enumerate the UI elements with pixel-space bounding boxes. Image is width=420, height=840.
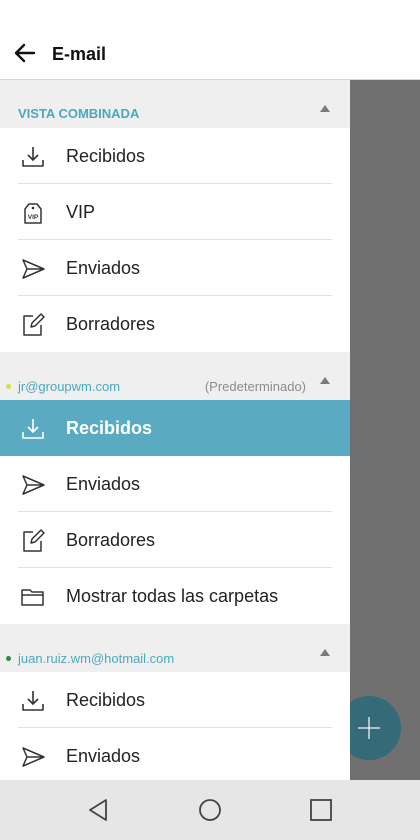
back-triangle-icon[interactable]	[84, 795, 114, 825]
combined-sent-item[interactable]: Enviados	[0, 240, 350, 296]
item-label: Enviados	[66, 746, 141, 766]
combined-vip-item[interactable]: VIP VIP	[0, 184, 350, 240]
folder-icon	[21, 589, 44, 606]
item-label: Borradores	[66, 314, 156, 334]
item-label: Recibidos	[66, 418, 153, 438]
combined-view-title: VISTA COMBINADA	[18, 106, 140, 121]
account-email: juan.ruiz.wm@hotmail.com	[18, 651, 175, 666]
account-color-dot	[6, 656, 11, 661]
item-label: Recibidos	[66, 690, 146, 710]
back-arrow-icon[interactable]	[12, 40, 38, 66]
account2-sent-item[interactable]: Enviados	[0, 728, 350, 780]
default-note: (Predeterminado)	[204, 379, 306, 394]
account-email: jr@groupwm.com	[18, 379, 121, 394]
item-label: Recibidos	[66, 146, 146, 166]
recents-square-icon[interactable]	[306, 795, 336, 825]
combined-drafts-item[interactable]: Borradores	[0, 296, 350, 352]
combined-inbox-item[interactable]: Recibidos	[0, 128, 350, 184]
inbox-download-icon	[22, 691, 44, 711]
navigation-drawer: VISTA COMBINADA Recibidos VIP VIP Enviad…	[0, 80, 350, 780]
system-navigation-bar	[0, 780, 420, 840]
account-header-groupwm[interactable]: jr@groupwm.com (Predeterminado)	[0, 352, 350, 400]
app-bar: E-mail	[0, 0, 420, 80]
account1-inbox-item[interactable]: Recibidos	[0, 400, 350, 456]
background-scrim[interactable]	[350, 80, 420, 780]
svg-text:VIP: VIP	[28, 214, 39, 221]
draft-edit-icon	[23, 529, 45, 552]
vip-tag-icon: VIP	[24, 203, 42, 224]
item-label: Borradores	[66, 530, 156, 550]
inbox-download-icon	[22, 419, 44, 439]
collapse-caret-icon[interactable]	[320, 377, 330, 384]
account2-inbox-item[interactable]: Recibidos	[0, 672, 350, 728]
item-label: Enviados	[66, 474, 141, 494]
send-icon	[22, 475, 45, 495]
account1-drafts-item[interactable]: Borradores	[0, 512, 350, 568]
account1-sent-item[interactable]: Enviados	[0, 456, 350, 512]
account-header-hotmail[interactable]: juan.ruiz.wm@hotmail.com	[0, 624, 350, 672]
page-title: E-mail	[52, 44, 107, 64]
draft-edit-icon	[23, 313, 45, 336]
collapse-caret-icon[interactable]	[320, 649, 330, 656]
item-label: Enviados	[66, 258, 141, 278]
item-label: VIP	[66, 202, 96, 222]
send-icon	[22, 747, 45, 767]
combined-view-header[interactable]: VISTA COMBINADA	[0, 80, 350, 128]
collapse-caret-icon[interactable]	[320, 105, 330, 112]
send-icon	[22, 259, 45, 279]
account1-all-folders-item[interactable]: Mostrar todas las carpetas	[0, 568, 350, 624]
inbox-download-icon	[22, 147, 44, 167]
account-color-dot	[6, 384, 11, 389]
item-label: Mostrar todas las carpetas	[66, 586, 279, 606]
home-circle-icon[interactable]	[195, 795, 225, 825]
